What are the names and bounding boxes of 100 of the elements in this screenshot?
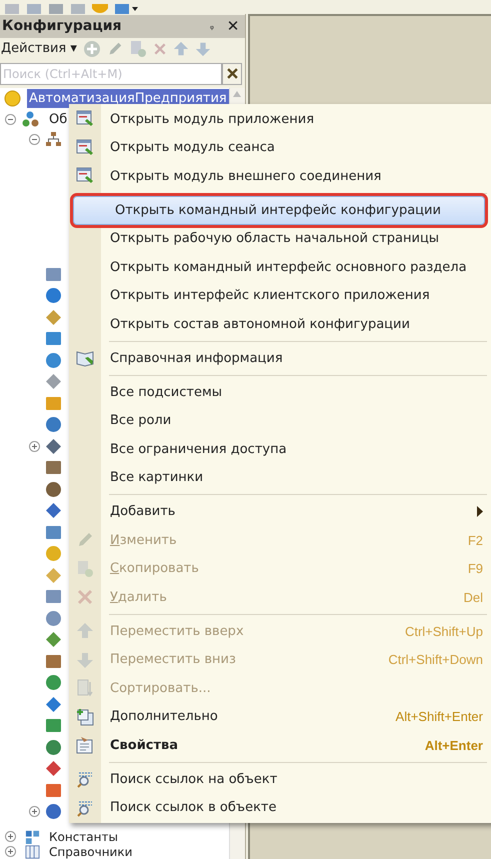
shortcut-label: F9 xyxy=(468,560,483,578)
layers-icon xyxy=(76,708,94,726)
tree-item-icon xyxy=(45,652,62,670)
menu-item[interactable]: Все ограничения доступа xyxy=(69,435,491,464)
tree-item-icon xyxy=(45,760,62,777)
menu-item-label: Добавить xyxy=(110,503,176,521)
shortcut-label: Alt+Enter xyxy=(424,736,483,754)
menu-item[interactable]: Все подсистемы xyxy=(69,378,491,406)
shortcut-label: Alt+Shift+Enter xyxy=(396,708,483,726)
copy-icon xyxy=(76,560,94,578)
tree-item-icon xyxy=(45,631,62,648)
tree-item-icon xyxy=(45,524,62,540)
collapse-icon[interactable] xyxy=(29,134,40,145)
tree-item[interactable]: Константы xyxy=(49,830,118,844)
menu-item[interactable]: Открыть состав автономной конфигурации xyxy=(69,310,491,338)
menu-item[interactable]: Дополнительно Alt+Shift+Enter xyxy=(69,702,491,731)
menu-item[interactable]: Все роли xyxy=(69,406,491,435)
menu-item-label: Открыть модуль сеанса xyxy=(110,139,275,157)
tree-item-icon xyxy=(45,803,62,820)
menu-item[interactable]: Открыть интерфейс клиентского приложения xyxy=(69,282,491,310)
menu-item[interactable]: Поиск ссылок на объект xyxy=(69,765,491,794)
module-icon xyxy=(76,167,94,186)
menu-item-label: Все ограничения доступа xyxy=(110,440,287,458)
tree-item-icon xyxy=(45,738,62,756)
menu-item-label: Открыть состав автономной конфигурации xyxy=(110,316,410,334)
pencil-icon[interactable] xyxy=(106,40,123,56)
menu-item-label: Открыть рабочую область начальной страницы xyxy=(110,230,440,248)
collapse-icon[interactable] xyxy=(5,114,16,125)
menu-item-label: Справочная информация xyxy=(110,350,283,368)
menu-item-label: Изменить xyxy=(110,532,177,550)
shortcut-label: Del xyxy=(463,588,483,606)
expand-icon[interactable] xyxy=(5,846,16,857)
menu-item[interactable]: Поиск ссылок в объекте xyxy=(69,794,491,822)
tree-item-icon xyxy=(45,416,62,433)
tree-item-icon xyxy=(45,394,62,412)
menu-item-label: Открыть модуль внешнего соединения xyxy=(110,168,382,186)
clear-search-button[interactable] xyxy=(222,62,242,84)
table-icon xyxy=(25,844,40,858)
menu-item-label: Переместить вверх xyxy=(110,622,244,640)
panel-title: Конфигурация xyxy=(2,16,123,36)
tree-item-icon xyxy=(45,502,62,519)
menu-item[interactable]: Открыть модуль внешнего соединения xyxy=(69,162,491,190)
menu-item-label: Сортировать... xyxy=(110,680,211,698)
menu-item-label: Все роли xyxy=(110,412,172,430)
pin-button[interactable]: ᵩ xyxy=(205,18,219,34)
actions-menu[interactable]: Действия ▾ xyxy=(1,38,77,58)
close-button[interactable]: ✕ xyxy=(225,15,241,38)
menu-item-label: Открыть интерфейс клиентского приложения xyxy=(110,287,430,305)
menu-item[interactable]: Открыть рабочую область начальной страницы xyxy=(69,224,491,253)
tree-item-icon xyxy=(45,266,62,282)
tree-item[interactable]: Справочники xyxy=(49,844,132,858)
tree-root-icon xyxy=(4,90,21,107)
menu-item-label: Свойства xyxy=(110,736,178,754)
search-field[interactable]: Поиск (Ctrl+Alt+M) xyxy=(0,62,222,84)
module-icon xyxy=(76,110,94,128)
book-icon xyxy=(76,349,94,368)
arrow-down-icon[interactable] xyxy=(194,40,211,56)
menu-item-label: Переместить вниз xyxy=(110,651,236,669)
add-icon[interactable] xyxy=(82,40,101,58)
tree-item-icon xyxy=(45,782,62,798)
tree-item-icon xyxy=(45,610,62,626)
expand-icon[interactable] xyxy=(29,806,40,817)
expand-icon[interactable] xyxy=(5,831,16,842)
shortcut-label: Ctrl+Shift+Down xyxy=(388,651,483,669)
blocks-icon xyxy=(25,830,40,844)
tree-item[interactable]: Об xyxy=(45,110,68,130)
shortcut-label: F2 xyxy=(468,532,483,550)
arrow-up-icon[interactable] xyxy=(172,40,189,56)
toolbar-icon[interactable] xyxy=(114,4,140,14)
copy-icon[interactable] xyxy=(128,40,147,58)
scroll-up-icon[interactable] xyxy=(232,90,242,98)
menu-item[interactable]: Свойства Alt+Enter xyxy=(69,731,491,760)
menu-item[interactable]: Открыть модуль сеанса xyxy=(69,134,491,162)
objects-icon xyxy=(22,111,39,128)
menu-item[interactable]: Все картинки xyxy=(69,464,491,492)
menu-item[interactable]: Добавить xyxy=(69,498,491,526)
tree-item-icon xyxy=(45,696,62,712)
tree-item-icon xyxy=(45,459,62,476)
menu-item-label: Открыть командный интерфейс основного раздела xyxy=(110,258,467,276)
menu-item[interactable]: Открыть командный интерфейс основного раздела xyxy=(69,253,491,282)
close-icon xyxy=(226,68,238,79)
tree-item-icon xyxy=(45,545,62,562)
expand-icon[interactable] xyxy=(29,440,40,452)
cross-icon xyxy=(76,588,94,606)
menu-item-label: Поиск ссылок на объект xyxy=(110,770,278,788)
tree-item-icon xyxy=(45,373,62,390)
tree-item-icon xyxy=(45,480,62,498)
tree-item-icon xyxy=(45,717,62,734)
tree-item-icon xyxy=(45,287,62,304)
shortcut-label: Ctrl+Shift+Up xyxy=(404,622,483,641)
module-icon xyxy=(76,138,94,157)
search-icon xyxy=(76,798,94,817)
delete-icon[interactable] xyxy=(152,42,167,56)
arrow-down-icon xyxy=(76,650,94,669)
arrow-up-icon xyxy=(76,622,94,640)
menu-item[interactable]: Справочная информация xyxy=(69,344,491,372)
menu-item-label: Открыть командный интерфейс конфигурации xyxy=(115,202,441,220)
tree-item-icon xyxy=(45,308,62,326)
properties-icon xyxy=(76,736,94,754)
tree-item-icon xyxy=(45,352,62,368)
